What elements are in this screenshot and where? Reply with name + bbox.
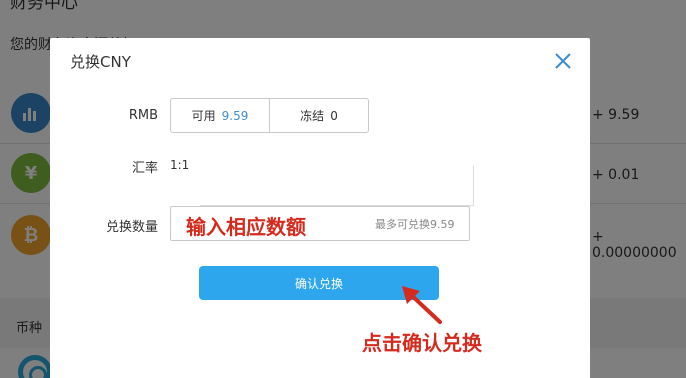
rate-label: 汇率: [131, 161, 158, 176]
available-label: 可用: [191, 109, 216, 123]
available-balance-tab[interactable]: 可用 9.59: [171, 99, 269, 132]
close-icon[interactable]: [554, 52, 572, 70]
dialog-header: 兑换CNY: [50, 38, 590, 84]
frozen-label: 冻结: [300, 109, 325, 123]
frozen-balance-tab[interactable]: 冻结 0: [269, 99, 368, 132]
input-amount-annotation: 输入相应数额: [186, 215, 306, 239]
balance-toggle: 可用 9.59 冻结 0: [170, 98, 369, 133]
click-confirm-annotation: 点击确认兑换: [362, 331, 482, 355]
rate-value: 1:1: [170, 158, 190, 172]
rate-box-border: [473, 166, 474, 206]
dialog-title: 兑换CNY: [70, 53, 131, 71]
amount-label: 兑换数量: [105, 220, 158, 235]
arrow-icon: [402, 286, 442, 324]
max-amount-hint: 最多可兑换9.59: [375, 218, 455, 231]
balance-label: RMB: [128, 108, 158, 123]
frozen-value: 0: [330, 108, 338, 123]
exchange-dialog: 兑换CNY RMB 可用 9.59 冻结 0 汇率 1:1 兑换数量 最多可兑换…: [50, 38, 590, 378]
available-value: 9.59: [221, 108, 249, 123]
